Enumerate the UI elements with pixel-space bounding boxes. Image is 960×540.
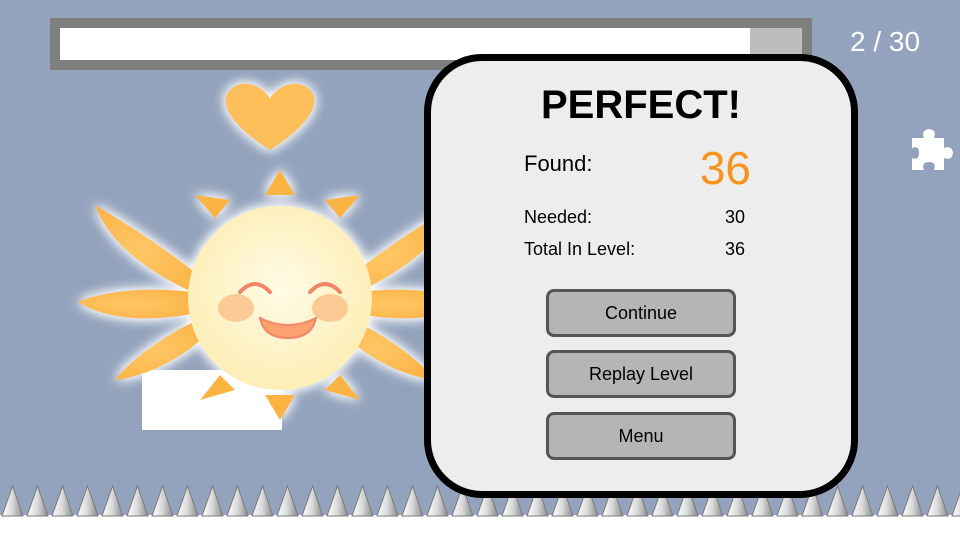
spike bbox=[301, 484, 324, 517]
spike bbox=[276, 484, 299, 517]
spike bbox=[351, 484, 374, 517]
spike bbox=[376, 484, 399, 517]
total-in-level-value: 36 bbox=[724, 239, 745, 259]
total-in-level-label: Total In Level: bbox=[524, 239, 636, 259]
spike bbox=[851, 484, 874, 517]
spike bbox=[926, 484, 949, 517]
spike bbox=[401, 484, 424, 517]
found-value: 36 bbox=[699, 142, 751, 194]
menu-button[interactable]: Menu bbox=[546, 412, 736, 460]
heart-icon bbox=[225, 83, 315, 150]
spike bbox=[176, 484, 199, 517]
spike bbox=[901, 484, 924, 517]
spike bbox=[876, 484, 899, 517]
spike bbox=[951, 491, 960, 517]
collectible-counter: 2 / 30 bbox=[849, 26, 921, 57]
spike bbox=[426, 484, 449, 517]
result-title: PERFECT! bbox=[541, 83, 741, 127]
continue-button[interactable]: Continue bbox=[546, 289, 736, 337]
replay-level-button[interactable]: Replay Level bbox=[546, 350, 736, 398]
needed-value: 30 bbox=[724, 207, 745, 227]
spike bbox=[251, 484, 274, 517]
results-panel: PERFECT! Found: 36 Needed: 30 Total In L… bbox=[424, 54, 858, 498]
spike bbox=[326, 484, 349, 517]
puzzle-piece-icon[interactable] bbox=[906, 124, 956, 174]
found-label: Found: bbox=[524, 151, 593, 176]
ground bbox=[0, 515, 960, 540]
needed-label: Needed: bbox=[524, 207, 593, 227]
sun-mascot bbox=[78, 83, 470, 420]
spike bbox=[151, 484, 174, 517]
spike bbox=[201, 484, 224, 517]
spike bbox=[226, 484, 249, 517]
spike bbox=[126, 484, 149, 517]
spike bbox=[76, 484, 99, 517]
spike bbox=[51, 484, 74, 517]
spike bbox=[826, 484, 849, 517]
spike bbox=[1, 484, 24, 517]
spike bbox=[26, 484, 49, 517]
spike bbox=[101, 484, 124, 517]
